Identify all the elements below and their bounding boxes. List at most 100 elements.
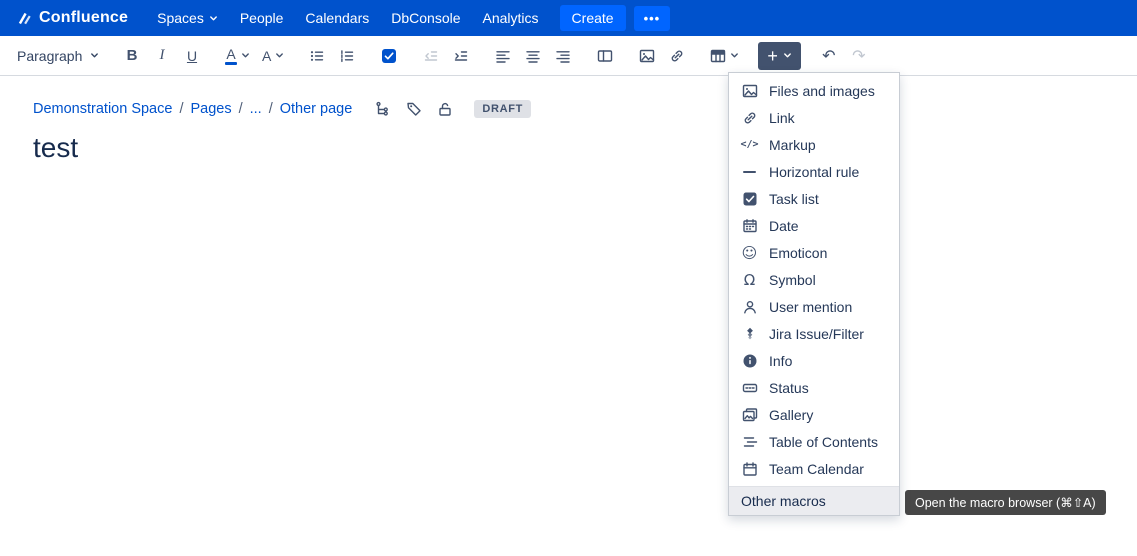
menu-item-markup[interactable]: </> Markup	[729, 131, 899, 158]
menu-item-label: Horizontal rule	[769, 164, 859, 180]
insert-image-button[interactable]	[633, 41, 661, 71]
menu-item-info[interactable]: Info	[729, 347, 899, 374]
bullet-list-button[interactable]	[303, 41, 331, 71]
page-tree-button[interactable]	[375, 101, 391, 117]
insert-link-button[interactable]	[663, 41, 691, 71]
menu-item-files-and-images[interactable]: Files and images	[729, 77, 899, 104]
task-list-button[interactable]	[375, 41, 403, 71]
menu-item-table-of-contents[interactable]: Table of Contents	[729, 428, 899, 455]
menu-item-horizontal-rule[interactable]: Horizontal rule	[729, 158, 899, 185]
outdent-button[interactable]	[417, 41, 445, 71]
redo-button[interactable]: ↷	[845, 41, 873, 71]
page-title-input[interactable]: test	[33, 132, 78, 164]
top-navigation: Confluence Spaces People Calendars DbCon…	[0, 0, 1137, 36]
bold-button[interactable]: B	[118, 41, 146, 71]
undo-icon: ↶	[822, 46, 835, 65]
menu-item-gallery[interactable]: Gallery	[729, 401, 899, 428]
menu-item-jira-issue-filter[interactable]: Jira Issue/Filter	[729, 320, 899, 347]
link-icon	[669, 48, 685, 64]
brand-name: Confluence	[39, 9, 128, 27]
status-lozenge-icon	[741, 380, 758, 396]
italic-button[interactable]: I	[148, 41, 176, 71]
create-button[interactable]: Create	[560, 5, 626, 31]
breadcrumb-link-pages[interactable]: Pages	[190, 101, 231, 117]
menu-item-date[interactable]: Date	[729, 212, 899, 239]
menu-item-emoticon[interactable]: ☺ Emoticon	[729, 239, 899, 266]
insert-content-menu: Files and images Link </> Markup Horizon…	[728, 72, 900, 516]
nav-item-dbconsole[interactable]: DbConsole	[380, 0, 471, 36]
breadcrumb-link-other-page[interactable]: Other page	[280, 101, 353, 117]
align-right-button[interactable]	[549, 41, 577, 71]
nav-more-button[interactable]: •••	[634, 6, 671, 31]
page-layout-button[interactable]	[591, 41, 619, 71]
labels-button[interactable]	[406, 101, 422, 117]
task-checkbox-icon	[381, 48, 397, 64]
more-formatting-button[interactable]: A	[257, 41, 289, 71]
paragraph-style-label: Paragraph	[17, 48, 82, 64]
numbered-list-button[interactable]	[333, 41, 361, 71]
insert-more-content-button[interactable]: +	[758, 42, 801, 70]
breadcrumb-ellipsis[interactable]: ...	[250, 101, 262, 117]
breadcrumb-separator: /	[239, 101, 243, 117]
menu-item-label: Files and images	[769, 83, 875, 99]
menu-item-link[interactable]: Link	[729, 104, 899, 131]
align-center-button[interactable]	[519, 41, 547, 71]
horizontal-rule-icon	[741, 171, 758, 173]
menu-item-user-mention[interactable]: User mention	[729, 293, 899, 320]
menu-item-label: Table of Contents	[769, 434, 878, 450]
numbered-list-icon	[339, 48, 355, 64]
menu-item-label: Task list	[769, 191, 819, 207]
files-and-images-icon	[741, 83, 758, 99]
markup-icon: </>	[741, 139, 758, 150]
nav-item-people[interactable]: People	[229, 0, 295, 36]
indent-icon	[453, 48, 469, 64]
breadcrumb-separator: /	[269, 101, 273, 117]
menu-item-task-list[interactable]: Task list	[729, 185, 899, 212]
breadcrumb-separator: /	[179, 101, 183, 117]
image-icon	[639, 48, 655, 64]
table-icon	[710, 48, 726, 64]
menu-item-other-macros[interactable]: Other macros	[729, 486, 899, 515]
insert-table-button[interactable]	[705, 41, 744, 71]
align-center-icon	[525, 48, 541, 64]
menu-item-label: Link	[769, 110, 795, 126]
team-calendar-icon	[741, 461, 758, 477]
text-color-button[interactable]: A	[220, 41, 255, 71]
menu-item-label: Markup	[769, 137, 816, 153]
confluence-home-link[interactable]: Confluence	[16, 9, 128, 27]
nav-item-label: Calendars	[305, 10, 369, 26]
symbol-omega-icon: Ω	[741, 271, 758, 289]
menu-item-label: Date	[769, 218, 799, 234]
align-left-icon	[495, 48, 511, 64]
paragraph-style-select[interactable]: Paragraph	[12, 41, 104, 71]
chevron-down-icon	[241, 51, 250, 60]
menu-item-label: Emoticon	[769, 245, 827, 261]
menu-item-label: Symbol	[769, 272, 816, 288]
menu-item-symbol[interactable]: Ω Symbol	[729, 266, 899, 293]
emoticon-icon: ☺	[741, 244, 758, 262]
nav-item-analytics[interactable]: Analytics	[472, 0, 550, 36]
text-color-icon: A	[225, 47, 237, 65]
menu-item-label: Jira Issue/Filter	[769, 326, 864, 342]
menu-item-label: Gallery	[769, 407, 813, 423]
label-tag-icon	[406, 101, 422, 117]
restrictions-button[interactable]	[437, 101, 453, 117]
align-left-button[interactable]	[489, 41, 517, 71]
nav-item-calendars[interactable]: Calendars	[294, 0, 380, 36]
indent-button[interactable]	[447, 41, 475, 71]
align-right-icon	[555, 48, 571, 64]
menu-item-status[interactable]: Status	[729, 374, 899, 401]
page-tree-icon	[375, 101, 391, 117]
nav-item-label: DbConsole	[391, 10, 460, 26]
undo-button[interactable]: ↶	[815, 41, 843, 71]
user-mention-icon	[741, 299, 758, 315]
nav-item-spaces[interactable]: Spaces	[146, 0, 229, 36]
menu-item-team-calendar[interactable]: Team Calendar	[729, 455, 899, 482]
outdent-icon	[423, 48, 439, 64]
more-formatting-icon: A	[262, 48, 271, 64]
breadcrumb-link-space[interactable]: Demonstration Space	[33, 101, 172, 117]
underline-button[interactable]: U	[178, 41, 206, 71]
gallery-icon	[741, 407, 758, 423]
link-icon	[741, 110, 758, 126]
confluence-logo-icon	[16, 10, 32, 26]
